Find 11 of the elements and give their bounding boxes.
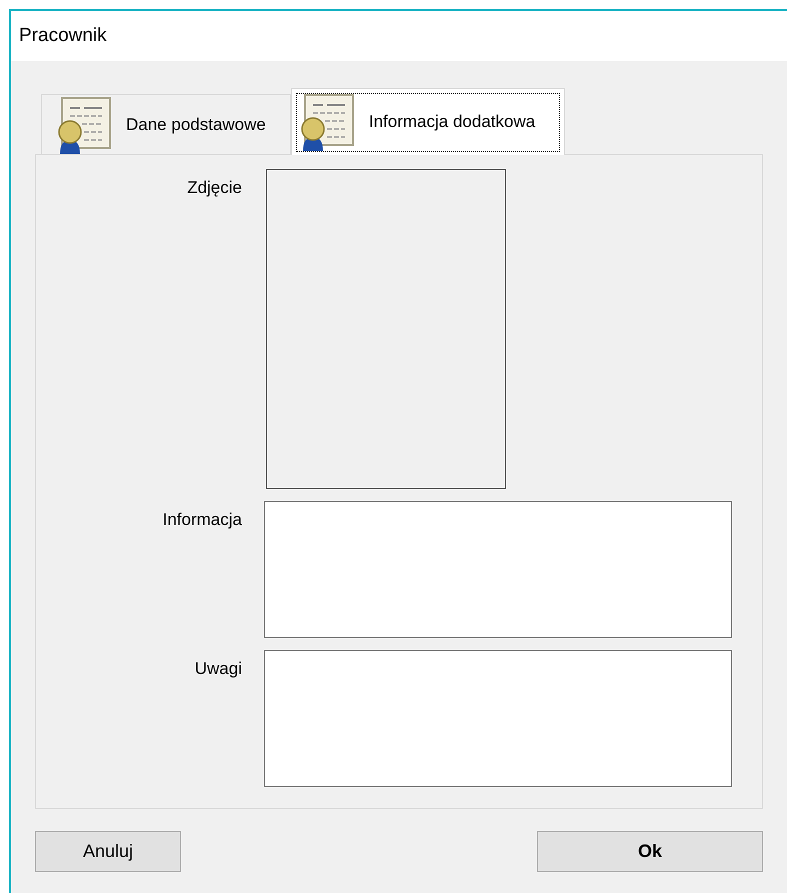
window-title: Pracownik [19, 24, 107, 48]
field-label: Zdjęcie [187, 177, 242, 199]
dialog-button[interactable]: Anuluj [35, 831, 181, 872]
dialog-button[interactable]: Ok [537, 831, 763, 872]
photo-frame[interactable] [266, 169, 506, 489]
field-label: Uwagi [194, 658, 242, 680]
field-label: Informacja [162, 509, 242, 531]
tab[interactable]: Informacja dodatkowa [290, 88, 566, 155]
tab[interactable]: Dane podstawowe [41, 94, 291, 154]
text-area[interactable] [264, 650, 732, 787]
text-area[interactable] [264, 501, 732, 638]
